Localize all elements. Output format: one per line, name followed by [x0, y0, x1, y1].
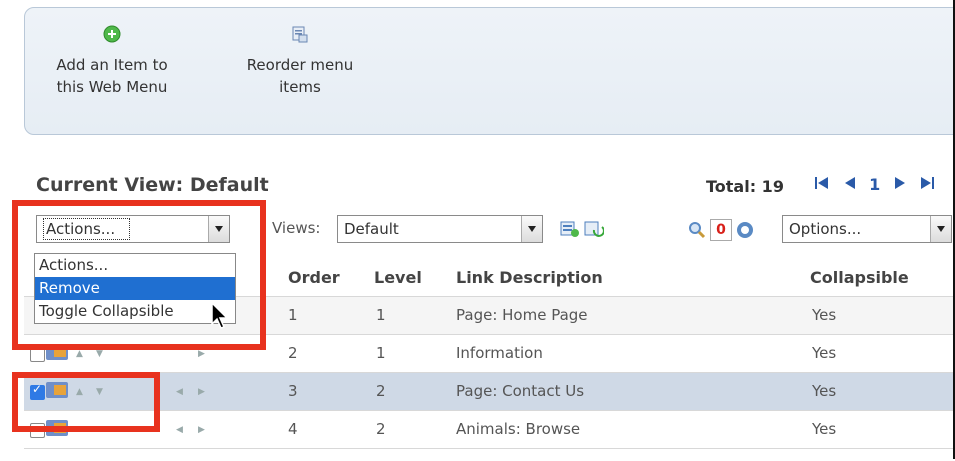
chevron-down-icon[interactable]: [930, 216, 951, 242]
row-level: 1: [376, 344, 386, 362]
mouse-cursor-icon: [211, 302, 229, 329]
views-label: Views:: [272, 219, 321, 237]
move-down-icon[interactable]: ▼: [96, 387, 103, 397]
refresh-view-icon[interactable]: [584, 220, 604, 238]
options-select-value: Options...: [789, 220, 862, 238]
row-order: 3: [288, 382, 298, 400]
options-select[interactable]: Options...: [782, 215, 952, 243]
total-count: Total: 19: [706, 177, 784, 196]
prev-page-icon[interactable]: [844, 175, 856, 195]
table-row-partial: [24, 448, 955, 461]
table-row[interactable]: ▲ ▼ ▶ 2 1 Information Yes: [24, 334, 955, 372]
actions-dropdown-menu: Actions... Remove Toggle Collapsible: [34, 253, 236, 324]
add-item-label-line2: this Web Menu: [56, 78, 168, 96]
move-up-icon[interactable]: ▲: [76, 387, 83, 397]
row-order: 4: [288, 420, 298, 438]
edit-icon[interactable]: [46, 382, 68, 398]
row-collapsible: Yes: [812, 344, 837, 362]
table-row[interactable]: ▲ ▼ ◀ ▶ 3 2 Page: Contact Us Yes: [24, 372, 955, 410]
menu-item-toggle-collapsible[interactable]: Toggle Collapsible: [35, 300, 235, 323]
column-header-link-description[interactable]: Link Description: [456, 268, 603, 287]
actions-select-value: Actions...: [43, 218, 131, 240]
actions-select[interactable]: Actions...: [36, 215, 230, 243]
menu-items-grid: Current View: Default Total: 19 1 Action…: [24, 160, 955, 460]
toolbar: Add an Item to this Web Menu Reorder men…: [24, 7, 955, 135]
menu-item-actions[interactable]: Actions...: [35, 254, 235, 277]
reorder-icon: [292, 26, 308, 43]
first-page-icon[interactable]: [814, 175, 830, 195]
help-icon[interactable]: [736, 221, 754, 239]
row-checkbox[interactable]: [30, 382, 45, 400]
indent-left-icon[interactable]: ◀: [176, 387, 183, 397]
row-description: Information: [456, 344, 543, 362]
row-level: 1: [376, 306, 386, 324]
row-collapsible: Yes: [812, 306, 837, 324]
reorder-label-line1: Reorder menu: [246, 56, 354, 74]
views-select-value: Default: [344, 220, 399, 238]
reorder-label-line2: items: [279, 78, 321, 96]
pager: 1: [814, 174, 943, 195]
chevron-down-icon[interactable]: [208, 216, 229, 242]
last-page-icon[interactable]: [919, 175, 935, 195]
search-icon[interactable]: [688, 221, 706, 239]
row-description: Animals: Browse: [456, 420, 581, 438]
column-header-collapsible[interactable]: Collapsible: [810, 268, 909, 287]
row-collapsible: Yes: [812, 382, 837, 400]
indent-right-icon[interactable]: ▶: [198, 425, 205, 435]
add-circle-icon: [103, 25, 121, 43]
column-header-order[interactable]: Order: [288, 268, 340, 287]
row-order: 2: [288, 344, 298, 362]
edit-icon[interactable]: [46, 420, 68, 436]
reorder-items-button[interactable]: Reorder menu items: [233, 24, 367, 98]
indent-right-icon[interactable]: ▶: [198, 349, 205, 359]
row-description: Page: Home Page: [456, 306, 588, 324]
row-level: 2: [376, 382, 386, 400]
row-collapsible: Yes: [812, 420, 837, 438]
current-page: 1: [869, 175, 881, 194]
next-page-icon[interactable]: [894, 175, 906, 195]
row-checkbox[interactable]: [30, 347, 45, 362]
row-order: 1: [288, 306, 298, 324]
indent-right-icon[interactable]: ▶: [198, 387, 205, 397]
add-view-icon[interactable]: [560, 220, 580, 238]
table-row[interactable]: ◀ ▶ 4 2 Animals: Browse Yes: [24, 410, 955, 448]
column-header-level[interactable]: Level: [374, 268, 422, 287]
views-select[interactable]: Default: [337, 215, 543, 243]
menu-item-remove[interactable]: Remove: [35, 277, 235, 300]
indent-left-icon[interactable]: ◀: [176, 425, 183, 435]
move-down-icon[interactable]: ▼: [96, 349, 103, 359]
move-up-icon[interactable]: ▲: [76, 349, 83, 359]
row-checkbox[interactable]: [30, 423, 45, 438]
row-level: 2: [376, 420, 386, 438]
chevron-down-icon[interactable]: [521, 216, 542, 242]
row-description: Page: Contact Us: [456, 382, 585, 400]
add-item-button[interactable]: Add an Item to this Web Menu: [53, 24, 171, 98]
filter-count-badge: 0: [710, 219, 732, 241]
edit-icon[interactable]: [46, 344, 68, 360]
add-item-label-line1: Add an Item to: [56, 56, 168, 74]
view-title: Current View: Default: [36, 174, 269, 196]
